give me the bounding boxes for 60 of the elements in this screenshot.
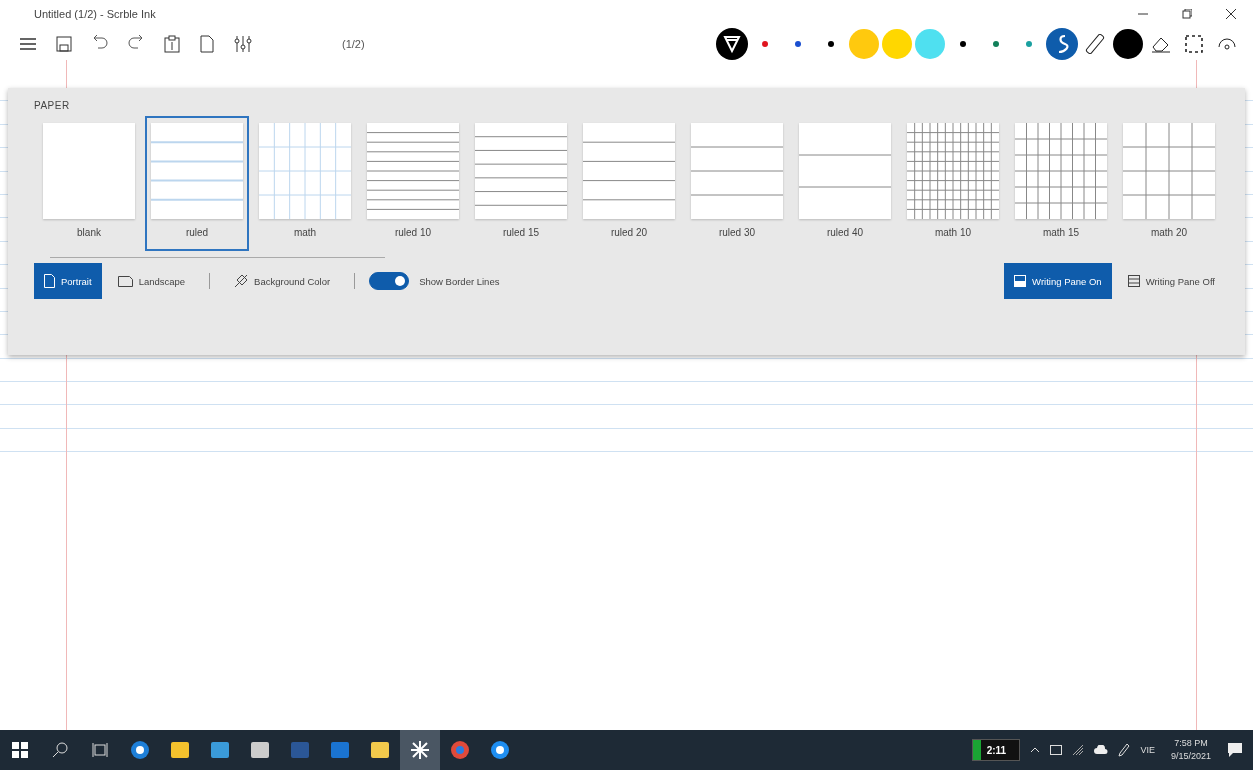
windows-start-icon[interactable] xyxy=(12,742,28,758)
paper-option[interactable]: ruled 15 xyxy=(469,116,573,251)
network-icon[interactable] xyxy=(1072,744,1085,756)
paper-option[interactable]: math 20 xyxy=(1117,116,1221,251)
pen-color-dot[interactable] xyxy=(1112,29,1143,59)
eraser-icon[interactable] xyxy=(1150,35,1171,53)
pane-off-icon xyxy=(1127,275,1140,287)
chevron-up-icon[interactable] xyxy=(1030,747,1041,753)
touch-icon[interactable] xyxy=(1217,37,1236,51)
screen-icon[interactable] xyxy=(1050,745,1063,755)
background-color-button[interactable]: Background Color xyxy=(224,263,341,299)
orientation-button[interactable]: Portrait xyxy=(34,263,102,299)
paper-option[interactable]: ruled xyxy=(145,116,249,251)
paper-option[interactable]: ruled 20 xyxy=(577,116,681,251)
pen-icon[interactable] xyxy=(1118,743,1131,757)
funnel-icon[interactable] xyxy=(715,28,748,60)
panel-heading: PAPER xyxy=(34,100,71,111)
notification-icon[interactable] xyxy=(1227,742,1243,758)
pen-color-dot[interactable] xyxy=(794,41,801,47)
save-icon[interactable] xyxy=(56,36,72,52)
writing-pane-button[interactable]: Writing Pane Off xyxy=(1117,263,1225,299)
paper-option[interactable]: ruled 30 xyxy=(685,116,789,251)
pane-on-icon xyxy=(1014,275,1027,287)
cloud-icon[interactable] xyxy=(1094,745,1109,755)
ruler-icon[interactable] xyxy=(1084,34,1105,54)
orientation-button[interactable]: Landscape xyxy=(107,263,196,299)
selection-icon[interactable] xyxy=(1184,35,1203,53)
paste-icon[interactable] xyxy=(164,35,180,53)
menu-icon[interactable] xyxy=(20,38,36,50)
portrait-page-icon xyxy=(44,274,55,288)
pen-color-dot[interactable] xyxy=(914,29,945,59)
battery-indicator[interactable]: 2:11 xyxy=(972,739,1021,761)
toggle-switch[interactable] xyxy=(369,272,410,290)
language-indicator[interactable]: VIE xyxy=(1140,745,1155,755)
page-icon[interactable] xyxy=(200,35,214,53)
paper-option[interactable]: ruled 10 xyxy=(361,116,465,251)
writing-pane-button[interactable]: Writing Pane On xyxy=(1004,263,1112,299)
paper-option[interactable]: math xyxy=(253,116,357,251)
close-icon xyxy=(1226,9,1236,19)
pen-color-dot[interactable] xyxy=(1025,41,1032,47)
page-indicator: (1/2) xyxy=(342,38,365,50)
paper-option[interactable]: math 15 xyxy=(1009,116,1113,251)
sliders-icon[interactable] xyxy=(234,35,252,53)
clock-date[interactable]: 9/15/2021 xyxy=(1170,750,1211,763)
pen-color-dot[interactable] xyxy=(992,41,999,47)
pen-color-dot[interactable] xyxy=(761,41,768,47)
clock-time[interactable]: 7:58 PM xyxy=(1174,737,1208,750)
pen-color-dot[interactable] xyxy=(959,41,966,47)
paper-option[interactable]: ruled 40 xyxy=(793,116,897,251)
window-title: Untitled (1/2) - Scrble Ink xyxy=(34,8,156,20)
toggle-label: Show Border Lines xyxy=(419,275,500,287)
landscape-page-icon xyxy=(117,275,133,287)
paper-option[interactable]: blank xyxy=(37,116,141,251)
paper-option[interactable]: math 10 xyxy=(901,116,1005,251)
pen-icon[interactable] xyxy=(1045,28,1078,60)
taskbar-app-icon[interactable] xyxy=(400,730,440,770)
pen-color-dot[interactable] xyxy=(827,41,834,47)
pen-color-dot[interactable] xyxy=(848,29,879,59)
pen-color-dot[interactable] xyxy=(881,29,912,59)
restore-icon xyxy=(1182,9,1192,19)
